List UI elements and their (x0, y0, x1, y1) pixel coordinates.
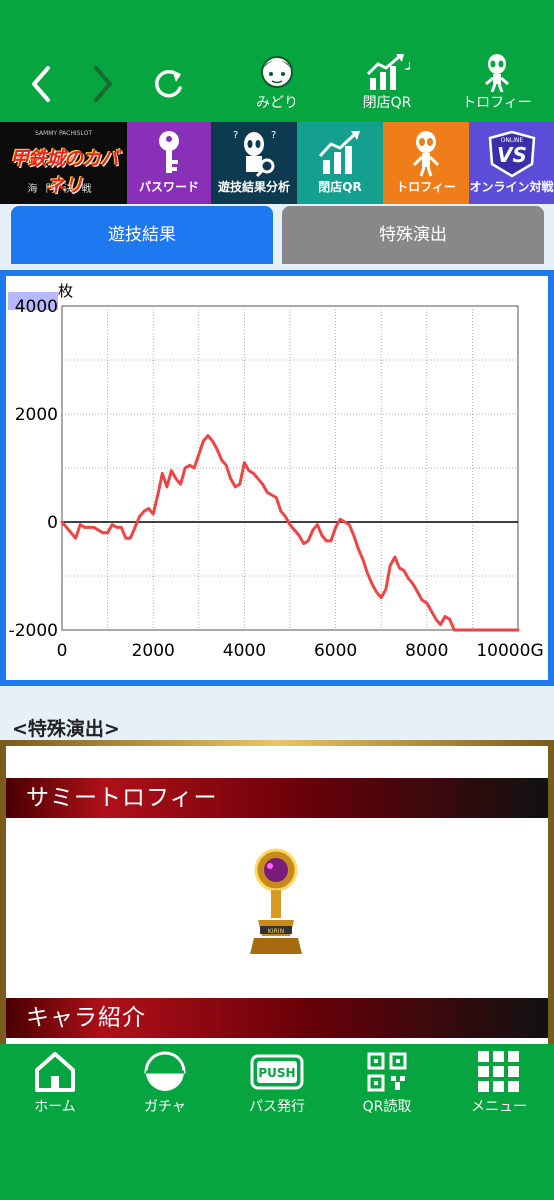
nav-qr-read[interactable]: QR読取 (332, 1050, 442, 1120)
vs-badge-icon: VS ONLINE (488, 130, 535, 178)
midori-button[interactable]: みどり (232, 52, 322, 116)
tile-closing-qr-label: 閉店QR (318, 180, 362, 194)
main-panel: 遊技結果 特殊演出 4000 2000 0 -2000 枚 0 2000 4000 6000 80… (0, 204, 554, 1046)
logo-top-text: SAMMY PACHISLOT (35, 130, 92, 137)
trophy-plate-text: KIRIN (268, 928, 284, 935)
x-tick-label: 0 (57, 641, 68, 661)
character-intro-bar: キャラ紹介 (6, 998, 548, 1038)
alien-icon (485, 54, 509, 92)
y-tick-label: 4000 (15, 297, 58, 317)
tabs: 遊技結果 特殊演出 (8, 206, 547, 264)
svg-text:VS: VS (497, 143, 527, 167)
trophy-top-label: トロフィー (462, 95, 532, 111)
summy-trophy-bar: サミートロフィー (6, 778, 548, 818)
nav-gacha[interactable]: ガチャ (110, 1050, 220, 1120)
x-tick-label: 6000 (314, 641, 357, 661)
nav-menu[interactable]: メニュー (444, 1050, 554, 1120)
nav-gacha-label: ガチャ (144, 1099, 186, 1115)
key-icon (159, 131, 179, 173)
chart-up-icon (366, 54, 410, 90)
trophy-top-button[interactable]: トロフィー (452, 52, 542, 116)
menu-grid-icon (478, 1051, 519, 1092)
svg-text:ONLINE: ONLINE (500, 137, 523, 144)
push-icon-text: PUSH (258, 1066, 295, 1080)
coin-graph: 400020000-2000枚0 2000 4000 6000 8000 10000G (8, 282, 544, 661)
x-tick-label: 4000 (223, 641, 266, 661)
game-logo-tile[interactable]: SAMMY PACHISLOT 甲鉄城のカバネリ 海門決戦 (0, 122, 127, 204)
home-icon (35, 1052, 75, 1092)
character-icon (261, 56, 293, 88)
logo-subtitle: 海門決戦 (27, 184, 100, 195)
special-content: サミートロフィー KIRIN キャラ紹介 (6, 746, 548, 1046)
svg-text:?: ? (233, 130, 238, 141)
x-tick-label: 10000G (476, 641, 543, 661)
special-heading: <特殊演出> (12, 718, 120, 740)
tile-trophy-label: トロフィー (396, 180, 456, 194)
forward-button[interactable] (86, 62, 120, 106)
y-tick-label: 0 (47, 513, 58, 533)
nav-qr-read-label: QR読取 (362, 1099, 412, 1115)
alien-icon (412, 131, 440, 177)
alien-magnifier-icon: ? ? (233, 130, 276, 178)
nav-menu-label: メニュー (471, 1099, 527, 1115)
chevron-left-icon (32, 66, 50, 102)
closing-qr-top-label: 閉店QR (362, 95, 412, 111)
reload-icon (155, 69, 182, 98)
closing-qr-top-button[interactable]: 閉店QR (342, 52, 432, 116)
tile-online-battle-label: オンライン対戦 (469, 180, 554, 194)
svg-text:?: ? (271, 130, 276, 141)
tile-password[interactable]: パスワード (127, 122, 211, 204)
tile-closing-qr[interactable]: 閉店QR (297, 122, 383, 204)
game-logo: 甲鉄城のカバネリ (9, 148, 119, 197)
chart-up-icon (318, 131, 360, 174)
tab-special-effects[interactable]: 特殊演出 (282, 206, 544, 264)
x-tick-label: 2000 (132, 641, 175, 661)
push-icon: PUSH (250, 1054, 304, 1090)
tile-trophy[interactable]: トロフィー (383, 122, 469, 204)
nav-pass-issue-label: パス発行 (249, 1099, 305, 1115)
bottom-nav: ホーム ガチャ PUSH パス発行 QR読取 メニュー (0, 1044, 554, 1200)
tile-online-battle[interactable]: VS ONLINE オンライン対戦 (469, 122, 554, 204)
tile-password-label: パスワード (138, 180, 199, 194)
special-frame: サミートロフィー KIRIN キャラ紹介 (0, 740, 554, 1046)
qr-icon (367, 1052, 407, 1092)
menu-tiles: SAMMY PACHISLOT 甲鉄城のカバネリ 海門決戦 パスワード ? ? … (0, 122, 554, 204)
x-tick-label: 8000 (405, 641, 448, 661)
tab-play-result[interactable]: 遊技結果 (11, 206, 273, 264)
nav-pass-issue[interactable]: PUSH パス発行 (222, 1050, 332, 1120)
gacha-icon (144, 1051, 186, 1091)
back-button[interactable] (24, 62, 58, 106)
midori-label: みどり (256, 95, 298, 111)
y-tick-label: -2000 (9, 621, 58, 641)
top-bar: みどり 閉店QR トロフィー (0, 0, 554, 122)
y-axis-unit: 枚 (58, 282, 73, 300)
tile-result-analysis-label: 遊技結果分析 (217, 180, 290, 194)
gold-trophy-icon[interactable]: KIRIN (246, 846, 306, 958)
chevron-right-icon (94, 66, 112, 102)
y-tick-label: 2000 (15, 405, 58, 425)
reload-button[interactable] (148, 64, 188, 104)
chart-container: 4000 2000 0 -2000 枚 0 2000 4000 6000 8000 10000G (0, 270, 554, 686)
tile-result-analysis[interactable]: ? ? 遊技結果分析 (211, 122, 297, 204)
nav-home-label: ホーム (34, 1099, 76, 1115)
nav-home[interactable]: ホーム (0, 1050, 110, 1120)
